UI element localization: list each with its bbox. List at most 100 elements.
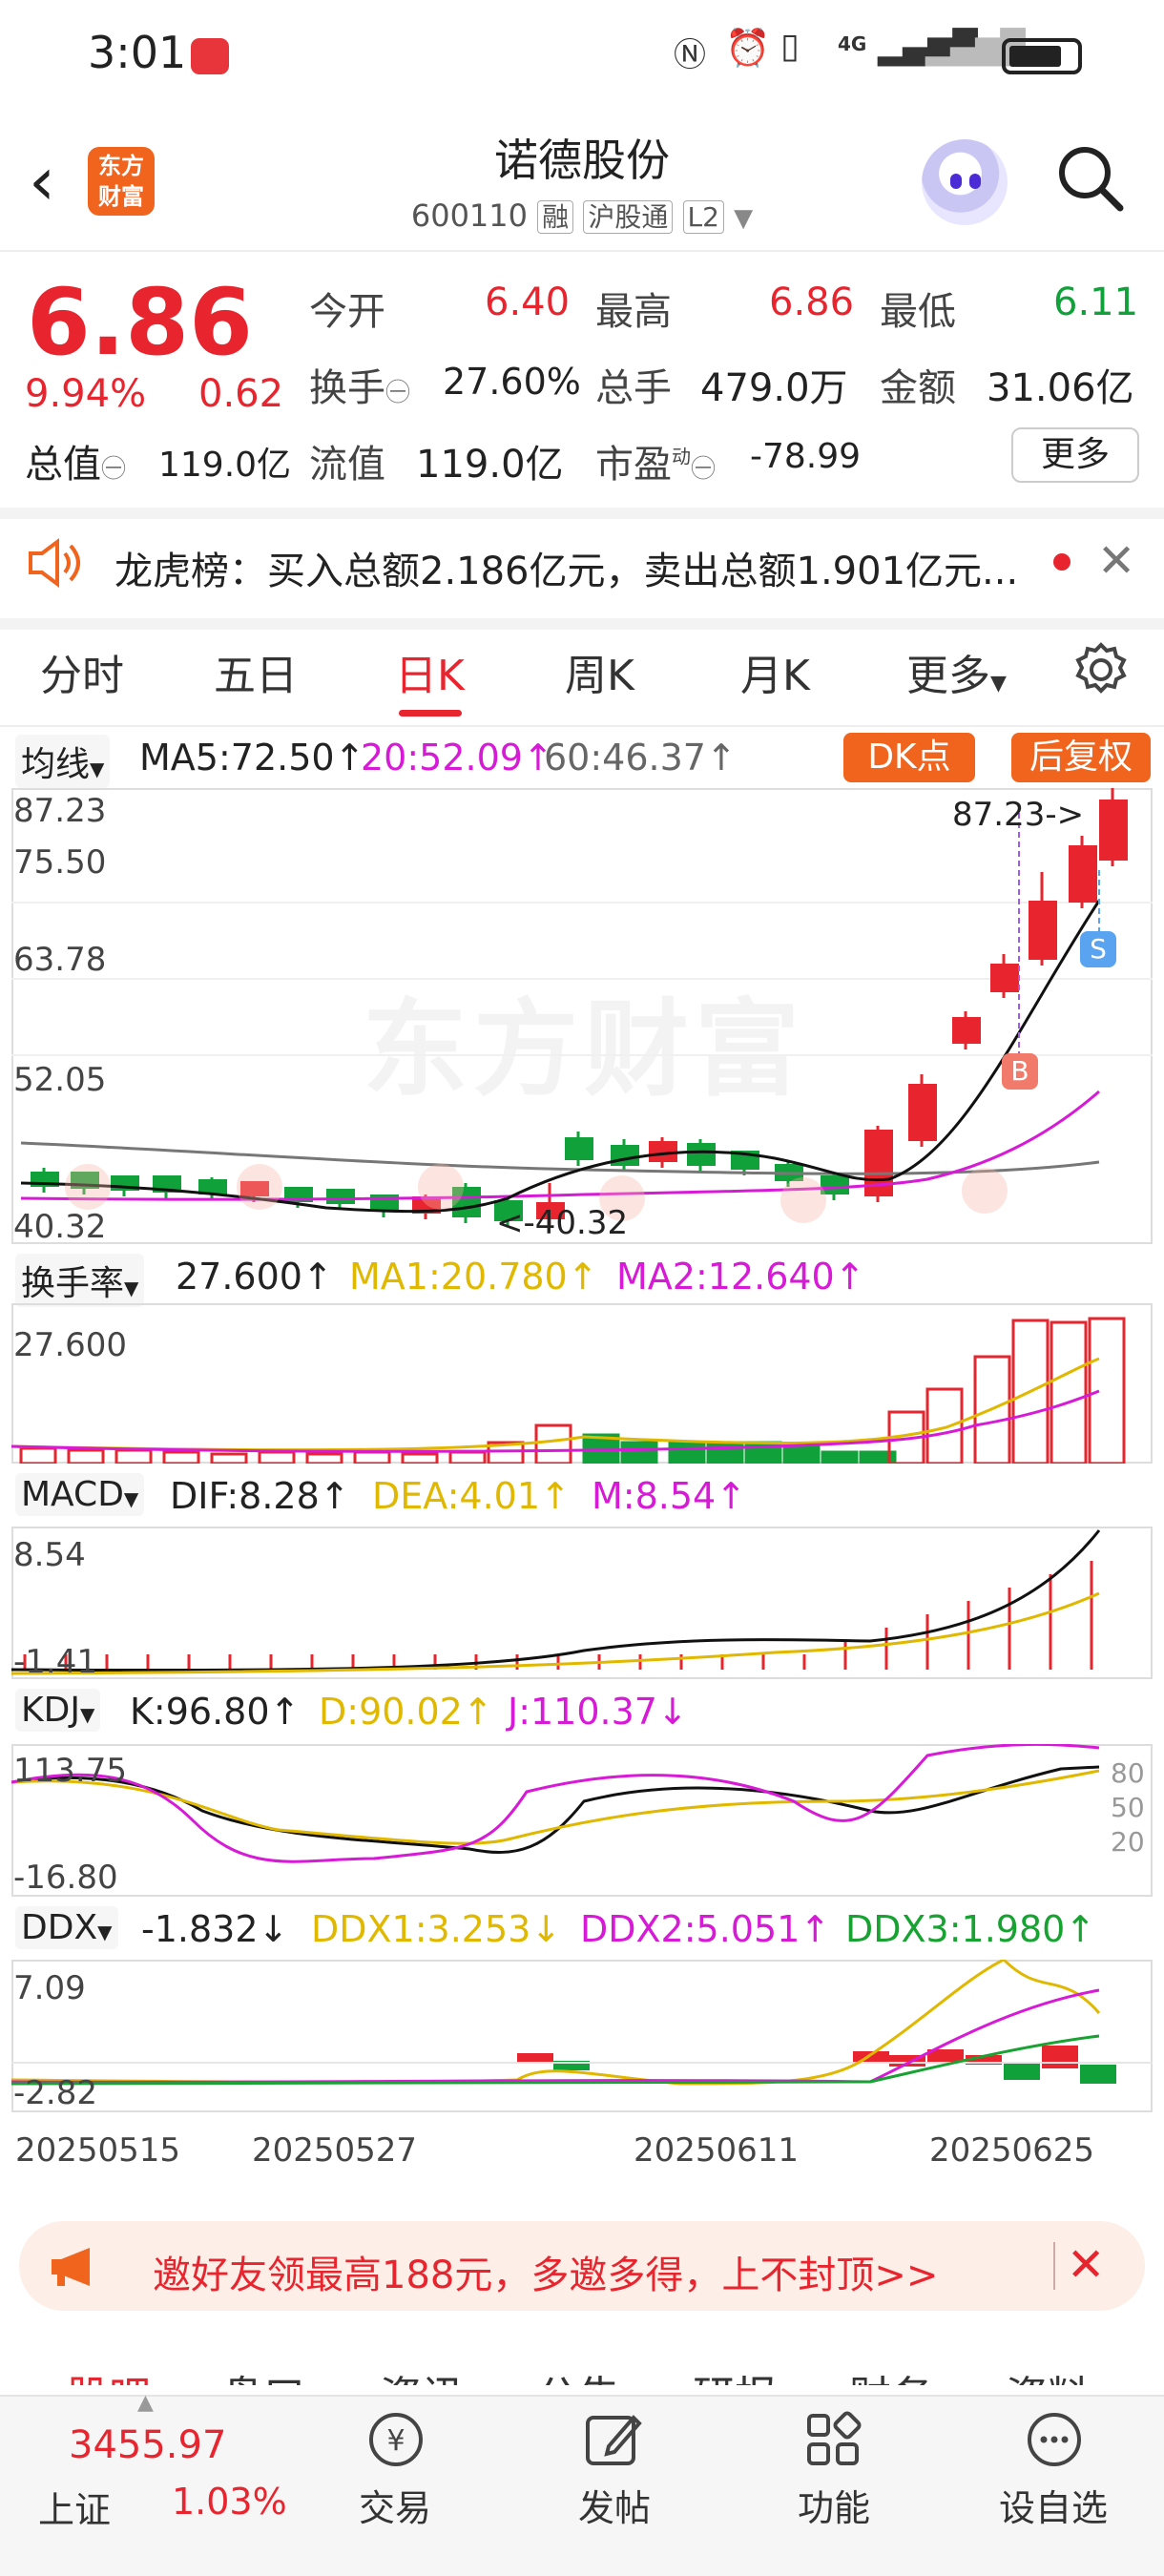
float-value: 119.0亿 [416, 443, 564, 487]
kline-candle [326, 1189, 355, 1204]
turnover-bar [706, 1441, 744, 1464]
tab-more[interactable]: 更多▼ [906, 641, 1007, 702]
close-icon[interactable]: ✕ [1067, 2238, 1105, 2292]
tab-forum[interactable]: 股吧 [67, 2362, 151, 2385]
kline-candle [1029, 901, 1057, 960]
kline-candle [1069, 845, 1097, 903]
kdj-level: 20 [1111, 1826, 1145, 1858]
macd-dea-line [11, 1591, 1100, 1675]
tab-finance[interactable]: 财务 [849, 2362, 933, 2385]
kdj-selector[interactable]: KDJ▼ [15, 1689, 101, 1732]
tab-news[interactable]: 资讯 [380, 2362, 464, 2385]
functions-button[interactable]: 功能 [758, 2479, 910, 2531]
kdj-d: D:90.02↑ [319, 1691, 493, 1733]
turnover-bar [1088, 1317, 1126, 1464]
post-button[interactable]: 发帖 [538, 2479, 691, 2531]
notice-text[interactable]: 龙虎榜：买入总额2.186亿元，卖出总额1.901亿元... [114, 540, 1018, 595]
kline-candle [952, 1017, 981, 1044]
current-price: 6.86 [27, 269, 253, 376]
ddx-selector[interactable]: DDX▼ [15, 1906, 118, 1949]
post-icon[interactable] [580, 2408, 647, 2471]
settings-gear-icon[interactable] [1072, 641, 1130, 698]
turnover-ma1-line [11, 1357, 1100, 1452]
amount-label: 金额 [880, 366, 956, 410]
high-label: 最高 [595, 290, 672, 334]
turnover-bar [534, 1423, 572, 1464]
more-button[interactable]: 更多 [1011, 427, 1139, 483]
search-icon[interactable] [1055, 143, 1124, 212]
turnover-bar [668, 1441, 706, 1464]
low-label: 最低 [880, 290, 956, 334]
adjust-button[interactable]: 后复权 [1011, 733, 1151, 782]
tab-intraday[interactable]: 分时 [40, 641, 124, 702]
macd-svg [11, 1529, 1101, 1675]
kline-candle [821, 1175, 849, 1195]
trade-icon[interactable]: ¥ [363, 2408, 429, 2471]
tab-orderbook[interactable]: 盘口 [221, 2362, 305, 2385]
kdj-y-label: -16.80 [13, 1859, 118, 1897]
macd-dif-line [11, 1529, 1101, 1672]
tab-daily-k[interactable]: 日K [395, 641, 465, 702]
index-value[interactable]: 3455.97 [69, 2423, 226, 2467]
ddx-selector-label: DDX [21, 1908, 98, 1947]
tab-weekly-k[interactable]: 周K [565, 641, 634, 702]
turnover-y-label: 27.600 [13, 1326, 127, 1364]
high-marker: 87.23-> [952, 796, 1085, 834]
tab-announcements[interactable]: 公告 [536, 2362, 620, 2385]
chevron-down-icon: ▼ [97, 1921, 113, 1943]
tab-more-label: 更多 [906, 652, 990, 700]
kdj-k: K:96.80↑ [130, 1691, 301, 1733]
chevron-down-icon: ▼ [90, 758, 105, 780]
float-label: 流值 [309, 443, 385, 487]
macd-selector[interactable]: MACD▼ [15, 1473, 145, 1516]
change-amt: 0.62 [198, 372, 284, 416]
open-label: 今开 [309, 290, 385, 334]
kdj-y-label: 113.75 [13, 1752, 127, 1790]
functions-icon[interactable] [800, 2408, 866, 2471]
info-icon[interactable]: ㊀ [691, 455, 716, 484]
kline-svg [11, 788, 1153, 1227]
turnover-bar [210, 1452, 248, 1464]
chevron-up-icon[interactable]: ▲ [137, 2391, 154, 2415]
trade-button[interactable]: 交易 [319, 2479, 471, 2531]
info-icon[interactable]: ㊀ [385, 379, 410, 407]
ddx1-value: DDX1:3.253↓ [311, 1908, 562, 1950]
ma5-value: MA5:72.50↑ [139, 737, 365, 779]
ddx-y-label: -2.82 [13, 2074, 97, 2112]
turnover-selector[interactable]: 换手率▼ [15, 1254, 145, 1307]
ma-selector[interactable]: 均线▼ [15, 735, 111, 788]
kline-candle [565, 1137, 593, 1160]
tab-profile[interactable]: 资料 [1006, 2362, 1090, 2385]
sell-signal-badge[interactable]: S [1080, 931, 1116, 967]
alarm-icon: ⏰ [725, 27, 771, 69]
turnover-bar [305, 1452, 343, 1464]
turnover-svg [11, 1317, 1126, 1464]
turnover-panel-value: 27.600↑ [176, 1256, 333, 1298]
close-icon[interactable]: ✕ [1097, 534, 1135, 588]
add-watchlist-button[interactable]: 设自选 [977, 2479, 1130, 2531]
ddx3-value: DDX3:1.980↑ [845, 1908, 1096, 1950]
dk-point-button[interactable]: DK点 [843, 733, 975, 782]
turnover-label: 换手㊀ [309, 357, 410, 412]
volume-label: 总手 [595, 366, 672, 410]
tab-five-day[interactable]: 五日 [214, 641, 298, 702]
ddx-bar [1004, 2063, 1040, 2080]
market-cap-label-text: 总值 [25, 443, 101, 487]
dropdown-icon[interactable]: ▼ [734, 204, 753, 233]
assistant-avatar[interactable] [922, 139, 1008, 225]
info-icon[interactable]: ㊀ [101, 455, 126, 484]
divider [0, 250, 1164, 252]
tab-research[interactable]: 研报 [693, 2362, 777, 2385]
buy-signal-badge[interactable]: B [1002, 1053, 1038, 1090]
volume-value: 479.0万 [700, 366, 848, 410]
svg-text:¥: ¥ [386, 2424, 405, 2458]
invite-text[interactable]: 邀好友领最高188元，多邀多得，上不封顶>> [153, 2244, 938, 2299]
chevron-down-icon: ▼ [124, 1277, 139, 1299]
kline-candle [908, 1084, 937, 1141]
more-circle-icon[interactable] [1021, 2408, 1088, 2471]
divider [0, 725, 1164, 727]
tag-connect: 沪股通 [583, 200, 674, 234]
tab-monthly-k[interactable]: 月K [740, 641, 810, 702]
turnover-bar [353, 1450, 391, 1464]
kline-candle [611, 1145, 639, 1166]
